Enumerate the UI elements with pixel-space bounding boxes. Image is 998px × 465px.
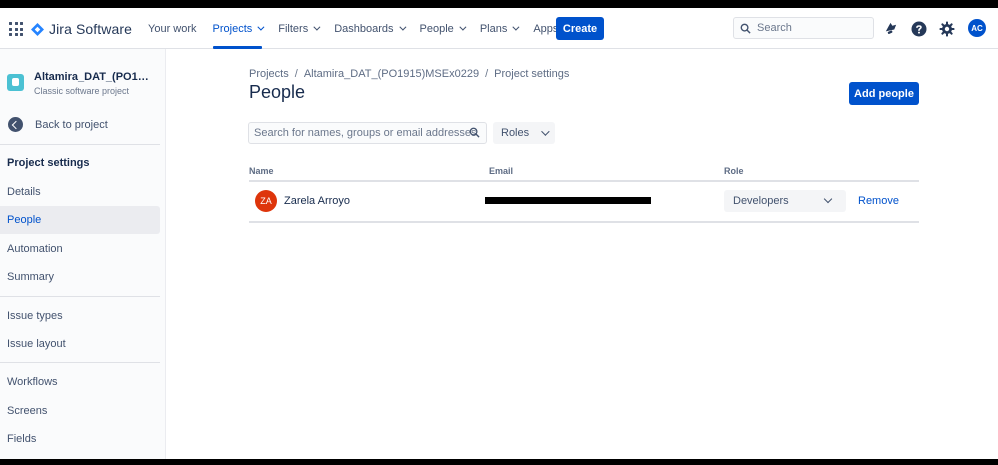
menu-label: People: [419, 22, 454, 35]
global-search-input[interactable]: Search: [733, 17, 874, 39]
sidebar-item-summary[interactable]: Summary: [0, 263, 160, 291]
sidebar-item-label: Issue types: [7, 310, 63, 322]
sidebar-item-people[interactable]: People: [0, 206, 160, 234]
sidebar-item-fields[interactable]: Fields: [0, 425, 160, 453]
chevron-down-icon: [257, 23, 265, 31]
settings-icon[interactable]: [938, 20, 955, 37]
sidebar-item-label: Details: [7, 186, 41, 198]
menu-dashboards[interactable]: Dashboards: [326, 8, 411, 49]
people-search-input[interactable]: Search for names, groups or email addres…: [248, 122, 487, 144]
sidebar-item-label: Automation: [7, 243, 63, 255]
menu-plans[interactable]: Plans: [472, 8, 526, 49]
column-header-name: Name: [249, 166, 274, 176]
project-sidebar: Altamira_DAT_(PO1915)MSEx0229 Classic so…: [0, 49, 166, 459]
project-name: Altamira_DAT_(PO1915)MSEx0229: [34, 71, 152, 83]
chevron-down-icon: [398, 23, 406, 31]
menu-filters[interactable]: Filters: [270, 8, 326, 49]
member-avatar: ZA: [255, 190, 277, 212]
remove-member-link[interactable]: Remove: [858, 195, 899, 207]
create-button[interactable]: Create: [556, 17, 604, 40]
arrow-left-icon: [8, 117, 23, 132]
sidebar-divider: [0, 362, 160, 363]
people-search-placeholder: Search for names, groups or email addres…: [254, 127, 477, 139]
app-switcher-icon[interactable]: [9, 22, 23, 36]
main-content: Projects / Altamira_DAT_(PO1915)MSEx0229…: [166, 49, 998, 459]
sidebar-item-label: Screens: [7, 405, 48, 417]
user-avatar[interactable]: AC: [968, 19, 986, 37]
product-name: Jira Software: [49, 21, 132, 37]
jira-diamond-icon: [31, 22, 44, 36]
search-icon: [469, 127, 480, 138]
main-menu: Your work Projects Filters Dashboards Pe…: [140, 8, 576, 49]
project-avatar-icon: [7, 74, 24, 91]
menu-label: Plans: [479, 22, 508, 35]
breadcrumb: Projects / Altamira_DAT_(PO1915)MSEx0229…: [249, 68, 569, 80]
sidebar-item-label: Workflows: [7, 376, 58, 388]
menu-label: Apps: [533, 22, 559, 35]
menu-label: Filters: [278, 22, 309, 35]
sidebar-item-screens[interactable]: Screens: [0, 397, 160, 425]
redacted-email: [485, 197, 651, 204]
sidebar-item-label: Fields: [7, 433, 37, 445]
add-people-button[interactable]: Add people: [849, 82, 919, 105]
search-placeholder: Search: [757, 22, 792, 34]
sidebar-item-label: Summary: [7, 271, 55, 283]
sidebar-heading: Project settings: [7, 157, 90, 169]
menu-label: Dashboards: [334, 22, 394, 35]
search-icon: [740, 23, 751, 34]
top-navigation: Jira Software Your work Projects Filters…: [0, 8, 998, 49]
breadcrumb-separator: /: [294, 68, 298, 80]
breadcrumb-projects[interactable]: Projects: [249, 68, 289, 80]
table-row-divider: [249, 221, 919, 223]
menu-projects[interactable]: Projects: [205, 8, 271, 49]
chevron-down-icon: [459, 23, 467, 31]
sidebar-item-issue-types[interactable]: Issue types: [0, 302, 160, 330]
breadcrumb-separator: /: [485, 68, 489, 80]
sidebar-divider: [0, 144, 160, 145]
notifications-icon[interactable]: [882, 20, 899, 37]
back-to-project-link[interactable]: Back to project: [8, 117, 108, 132]
chevron-down-icon: [541, 127, 550, 136]
menu-label: Your work: [148, 22, 197, 35]
sidebar-item-label: People: [7, 214, 42, 226]
chevron-down-icon: [313, 23, 321, 31]
sidebar-item-issue-layout[interactable]: Issue layout: [0, 330, 160, 358]
member-name: Zarela Arroyo: [284, 195, 351, 207]
sidebar-item-workflows[interactable]: Workflows: [0, 368, 160, 396]
chevron-down-icon: [823, 194, 833, 204]
column-header-role: Role: [724, 166, 744, 176]
role-select[interactable]: Developers: [724, 190, 846, 212]
column-header-email: Email: [489, 166, 514, 176]
screen-bottom-border: [0, 459, 998, 465]
sidebar-divider: [0, 296, 160, 297]
screen-top-border: [0, 0, 998, 8]
jira-logo[interactable]: Jira Software: [31, 19, 132, 39]
menu-label: Projects: [212, 22, 253, 35]
help-icon[interactable]: [910, 20, 927, 37]
back-label: Back to project: [35, 118, 108, 131]
sidebar-item-automation[interactable]: Automation: [0, 235, 160, 263]
role-select-value: Developers: [733, 195, 789, 207]
page-title: People: [249, 82, 306, 102]
project-type: Classic software project: [34, 86, 130, 96]
chevron-down-icon: [512, 23, 520, 31]
roles-filter-dropdown[interactable]: Roles: [493, 122, 555, 144]
roles-filter-label: Roles: [501, 127, 530, 139]
breadcrumb-project-settings[interactable]: Project settings: [494, 68, 569, 80]
menu-people[interactable]: People: [412, 8, 472, 49]
menu-your-work[interactable]: Your work: [140, 8, 205, 49]
sidebar-item-details[interactable]: Details: [0, 178, 160, 206]
breadcrumb-project[interactable]: Altamira_DAT_(PO1915)MSEx0229: [304, 68, 479, 80]
project-header[interactable]: Altamira_DAT_(PO1915)MSEx0229 Classic so…: [7, 71, 152, 96]
app-window: Jira Software Your work Projects Filters…: [0, 8, 998, 459]
sidebar-item-label: Issue layout: [7, 338, 66, 350]
table-header-divider: [249, 180, 919, 182]
